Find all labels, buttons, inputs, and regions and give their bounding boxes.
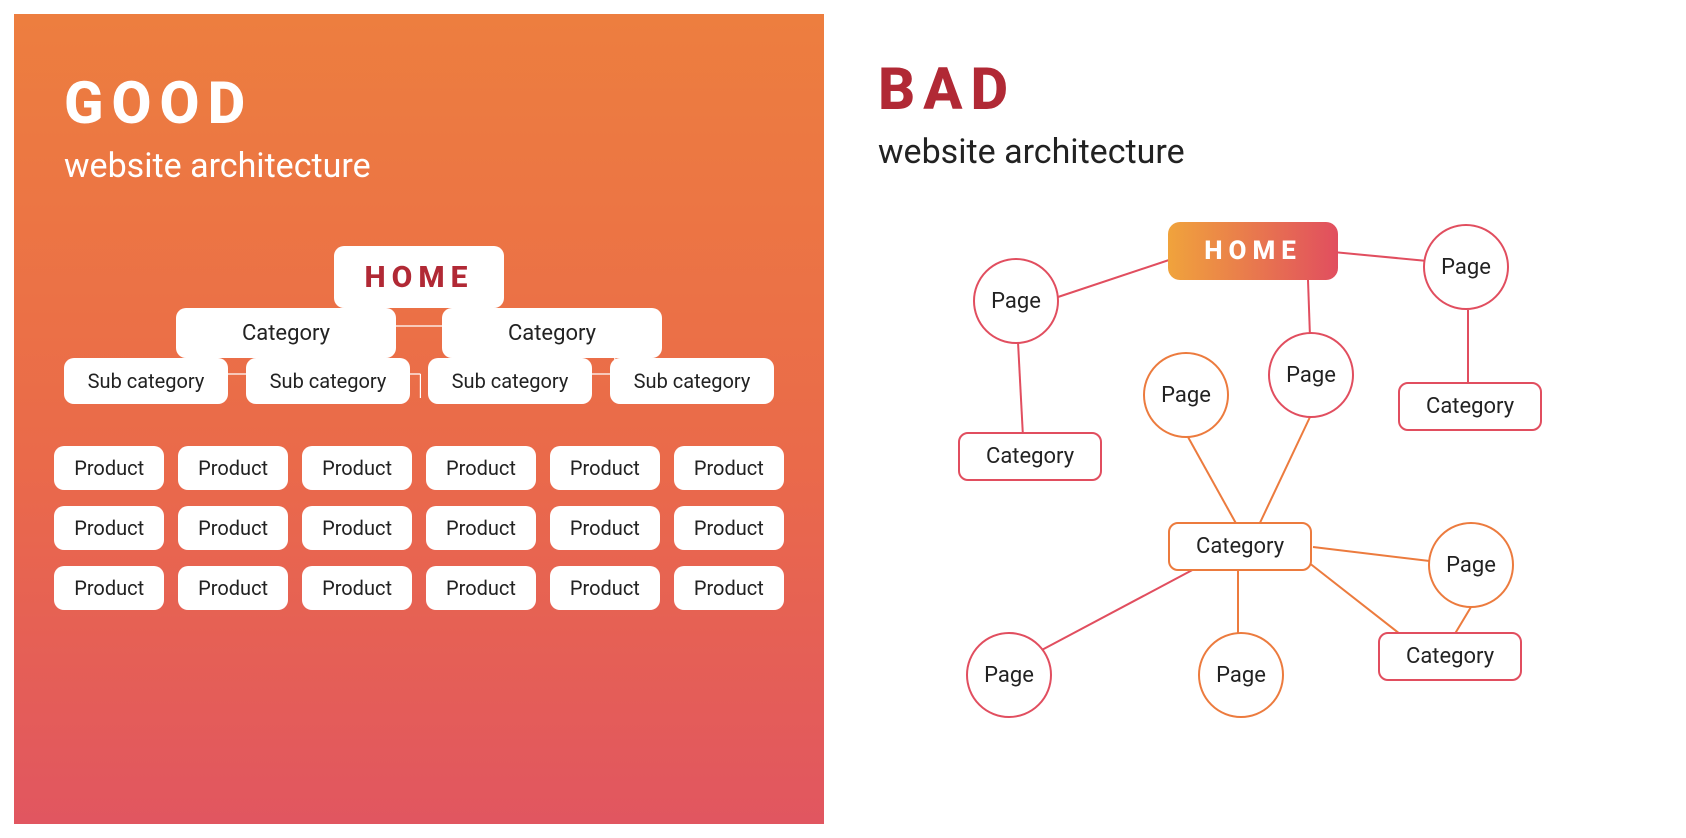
product-node: Product [302, 446, 412, 490]
page-node: Page [1268, 332, 1354, 418]
product-node: Product [426, 506, 536, 550]
category-node: Category [958, 432, 1102, 481]
product-node: Product [550, 566, 660, 610]
page-node: Page [966, 632, 1052, 718]
product-node: Product [54, 566, 164, 610]
page-node: Page [1423, 224, 1509, 310]
product-node: Product [178, 446, 288, 490]
product-node: Product [550, 506, 660, 550]
product-node: Product [674, 506, 784, 550]
subcategory-node: Sub category [610, 358, 774, 404]
bad-subtitle: website architecture [878, 132, 1646, 172]
product-node: Product [550, 446, 660, 490]
product-node: Product [674, 566, 784, 610]
bad-panel: BAD website architecture HOME Page Page … [838, 0, 1686, 838]
home-node: HOME [334, 246, 504, 308]
page-node: Page [1198, 632, 1284, 718]
product-node: Product [54, 446, 164, 490]
product-node: Product [426, 446, 536, 490]
subcategory-node: Sub category [428, 358, 592, 404]
good-subtitle: website architecture [64, 146, 774, 186]
product-node: Product [178, 506, 288, 550]
category-node: Category [442, 308, 662, 358]
subcategory-node: Sub category [64, 358, 228, 404]
product-node: Product [674, 446, 784, 490]
good-panel: GOOD website architecture HOME Category … [14, 14, 824, 824]
home-node: HOME [1168, 222, 1338, 280]
category-node: Category [176, 308, 396, 358]
category-node: Category [1168, 522, 1312, 571]
page-node: Page [1143, 352, 1229, 438]
product-node: Product [178, 566, 288, 610]
product-node: Product [54, 506, 164, 550]
page-node: Page [1428, 522, 1514, 608]
category-node: Category [1378, 632, 1522, 681]
subcategory-node: Sub category [246, 358, 410, 404]
page-node: Page [973, 258, 1059, 344]
product-node: Product [302, 506, 412, 550]
product-node: Product [426, 566, 536, 610]
category-node: Category [1398, 382, 1542, 431]
good-title: GOOD [64, 70, 774, 138]
good-tree: HOME Category Category Sub category [64, 246, 774, 610]
product-node: Product [302, 566, 412, 610]
bad-title: BAD [878, 56, 1646, 124]
bad-network: HOME Page Page Page Page Page Page Page … [878, 202, 1646, 762]
product-grid: Product Product Product Product Product … [64, 446, 774, 610]
